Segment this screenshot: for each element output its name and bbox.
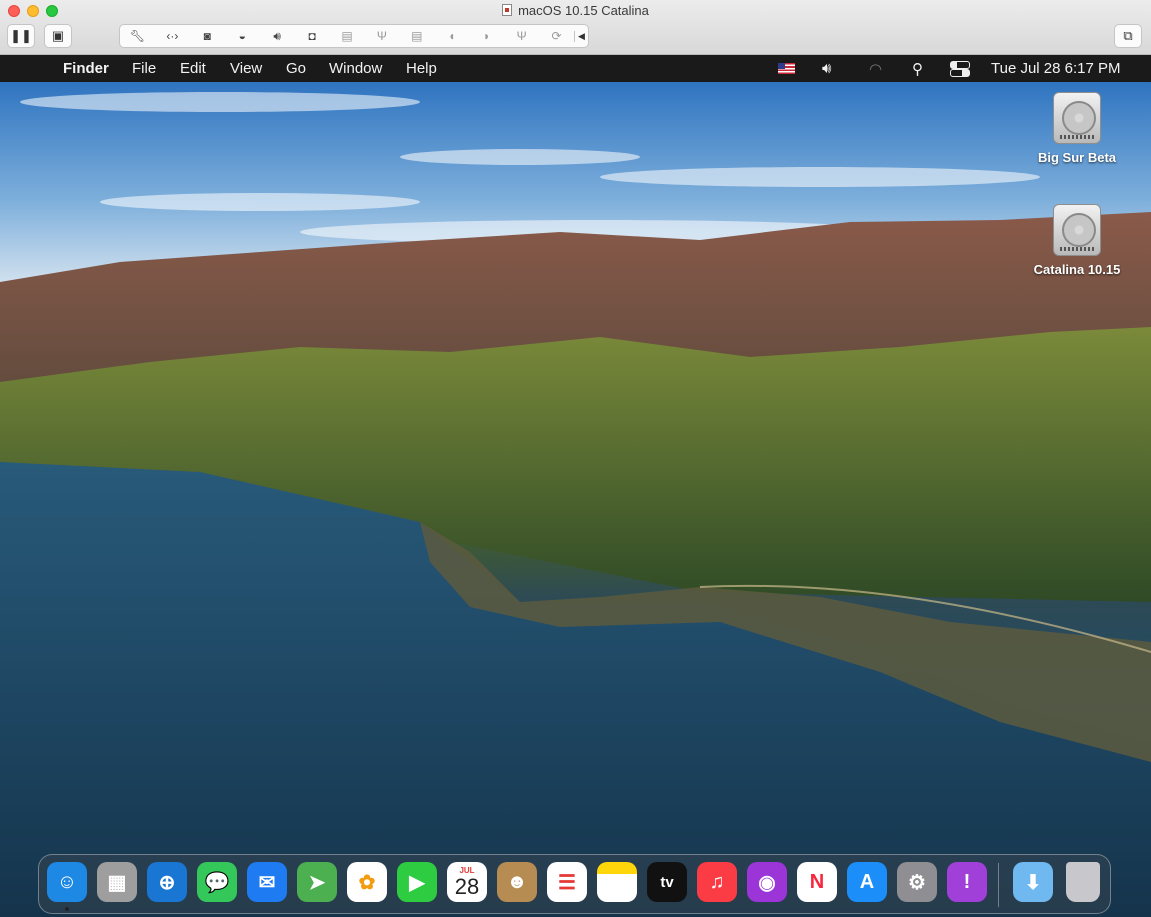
dock: ☺ ▦ ⊕ 💬 ✉ ➤ ✿ ▶ JUL 28 ☻ ☰ tv ♫ ◉ N A ⚙! ⬇ [38, 854, 1111, 914]
launchpad-glyph: ▦ [107, 871, 127, 894]
disk-big-sur-beta[interactable]: Big Sur Beta [1022, 92, 1132, 165]
hard-drive-icon [1053, 204, 1101, 256]
menu-clock[interactable]: Tue Jul 28 6:17 PM [991, 60, 1121, 77]
dock-feedback-assistant-icon[interactable]: ! [947, 862, 987, 902]
usb-icon[interactable]: Ψ [504, 25, 539, 47]
dock-news-icon[interactable]: N [797, 862, 837, 902]
volume-icon[interactable]: 🔊︎ [822, 60, 831, 77]
dock-mail-icon[interactable]: ✉ [247, 862, 287, 902]
dock-calendar-icon[interactable]: JUL 28 [447, 862, 487, 902]
disk-catalina[interactable]: Catalina 10.15 [1022, 204, 1132, 277]
reminders-glyph: ☰ [558, 871, 576, 894]
disk-label: Catalina 10.15 [1033, 262, 1121, 277]
photos-glyph: ✿ [358, 871, 376, 894]
usb-icon[interactable]: Ψ [364, 25, 399, 47]
desktop[interactable]: Big Sur Beta Catalina 10.15 [0, 82, 1151, 917]
dock-trash-icon[interactable] [1066, 862, 1100, 902]
news-glyph: N [809, 870, 825, 893]
menu-edit[interactable]: Edit [180, 60, 206, 77]
dock-facetime-icon[interactable]: ▶ [397, 862, 437, 902]
control-center-icon[interactable] [950, 61, 970, 77]
menu-window[interactable]: Window [329, 60, 382, 77]
collapse-toolbar-button[interactable]: ◀ [574, 30, 588, 42]
disk-icon[interactable]: ◙ [190, 25, 225, 47]
input-source-flag-icon[interactable] [778, 63, 795, 74]
host-window-chrome: macOS 10.15 Catalina ❚❚ ▣ 🔧︎ ‹·› ◙ ◒ 🔊︎ … [0, 0, 1151, 55]
mail-glyph: ✉ [258, 871, 276, 894]
podcasts-glyph: ◉ [758, 871, 776, 894]
mouse-icon[interactable]: ◗ [469, 25, 504, 47]
messages-glyph: 💬 [204, 871, 230, 894]
dock-app-store-icon[interactable]: A [847, 862, 887, 902]
printer-icon[interactable]: ▤ [399, 25, 434, 47]
snapshot-icon: ▣ [51, 28, 65, 43]
dock-safari-icon[interactable]: ⊕ [147, 862, 187, 902]
safari-glyph: ⊕ [158, 871, 176, 894]
window-mode-button[interactable]: ⧉ [1114, 24, 1142, 48]
calendar-day: 28 [454, 874, 480, 899]
dock-reminders-icon[interactable]: ☰ [547, 862, 587, 902]
wrench-icon[interactable]: 🔧︎ [120, 25, 155, 47]
vm-document-icon [502, 4, 513, 16]
menu-help[interactable]: Help [406, 60, 437, 77]
dock-podcasts-icon[interactable]: ◉ [747, 862, 787, 902]
dock-downloads-icon[interactable]: ⬇ [1013, 862, 1053, 902]
menu-app-finder[interactable]: Finder [63, 60, 109, 77]
facetime-glyph: ▶ [409, 871, 425, 894]
sync-icon[interactable]: ⟳ [539, 25, 574, 47]
hard-drive-icon [1053, 92, 1101, 144]
downloads-glyph: ⬇ [1024, 871, 1042, 894]
speaker-icon[interactable]: 🔊︎ [260, 25, 295, 47]
dock-launchpad-icon[interactable]: ▦ [97, 862, 137, 902]
tv-glyph: tv [660, 873, 674, 891]
dock-contacts-icon[interactable]: ☻ [497, 862, 537, 902]
dock-system-preferences-icon[interactable]: ⚙ [897, 862, 937, 902]
pause-vm-button[interactable]: ❚❚ [7, 24, 35, 48]
windows-icon: ⧉ [1123, 28, 1133, 43]
finder-glyph: ☺ [56, 870, 78, 893]
pause-icon: ❚❚ [10, 28, 32, 43]
dock-photos-icon[interactable]: ✿ [347, 862, 387, 902]
arrows-icon[interactable]: ‹·› [155, 25, 190, 47]
contacts-glyph: ☻ [506, 870, 528, 893]
hdd-icon[interactable]: ◒ [225, 25, 260, 47]
snapshot-button[interactable]: ▣ [44, 24, 72, 48]
disk-label: Big Sur Beta [1037, 150, 1116, 165]
menu-view[interactable]: View [230, 60, 262, 77]
wifi-icon[interactable]: ◠ [869, 60, 882, 78]
mouse-icon[interactable]: ◖ [434, 25, 469, 47]
dock-maps-icon[interactable]: ➤ [297, 862, 337, 902]
running-indicator [65, 907, 69, 911]
maps-glyph: ➤ [308, 871, 326, 894]
dock-finder-icon[interactable]: ☺ [47, 862, 87, 902]
menu-go[interactable]: Go [286, 60, 306, 77]
system-preferences-glyph: ⚙ [908, 871, 926, 894]
dock-notes-icon[interactable] [597, 862, 637, 902]
feedback-assistant-glyph: ! [963, 870, 971, 893]
window-title: macOS 10.15 Catalina [0, 3, 1151, 18]
dock-music-icon[interactable]: ♫ [697, 862, 737, 902]
menu-file[interactable]: File [132, 60, 156, 77]
dock-tv-icon[interactable]: tv [647, 862, 687, 902]
device-toolbar: 🔧︎ ‹·› ◙ ◒ 🔊︎ ◘ ▤ Ψ ▤ ◖ ◗ Ψ ⟳ ◀ [119, 24, 589, 48]
app-store-glyph: A [859, 870, 875, 893]
dock-divider [998, 863, 999, 907]
camera-icon[interactable]: ◘ [295, 25, 330, 47]
menu-bar: Finder File Edit View Go Window Help 🔊︎ … [0, 55, 1151, 82]
spotlight-search-icon[interactable]: ⚲ [912, 60, 923, 78]
music-glyph: ♫ [709, 870, 725, 893]
wallpaper [0, 82, 1151, 917]
dock-messages-icon[interactable]: 💬 [197, 862, 237, 902]
printer-icon[interactable]: ▤ [330, 25, 365, 47]
